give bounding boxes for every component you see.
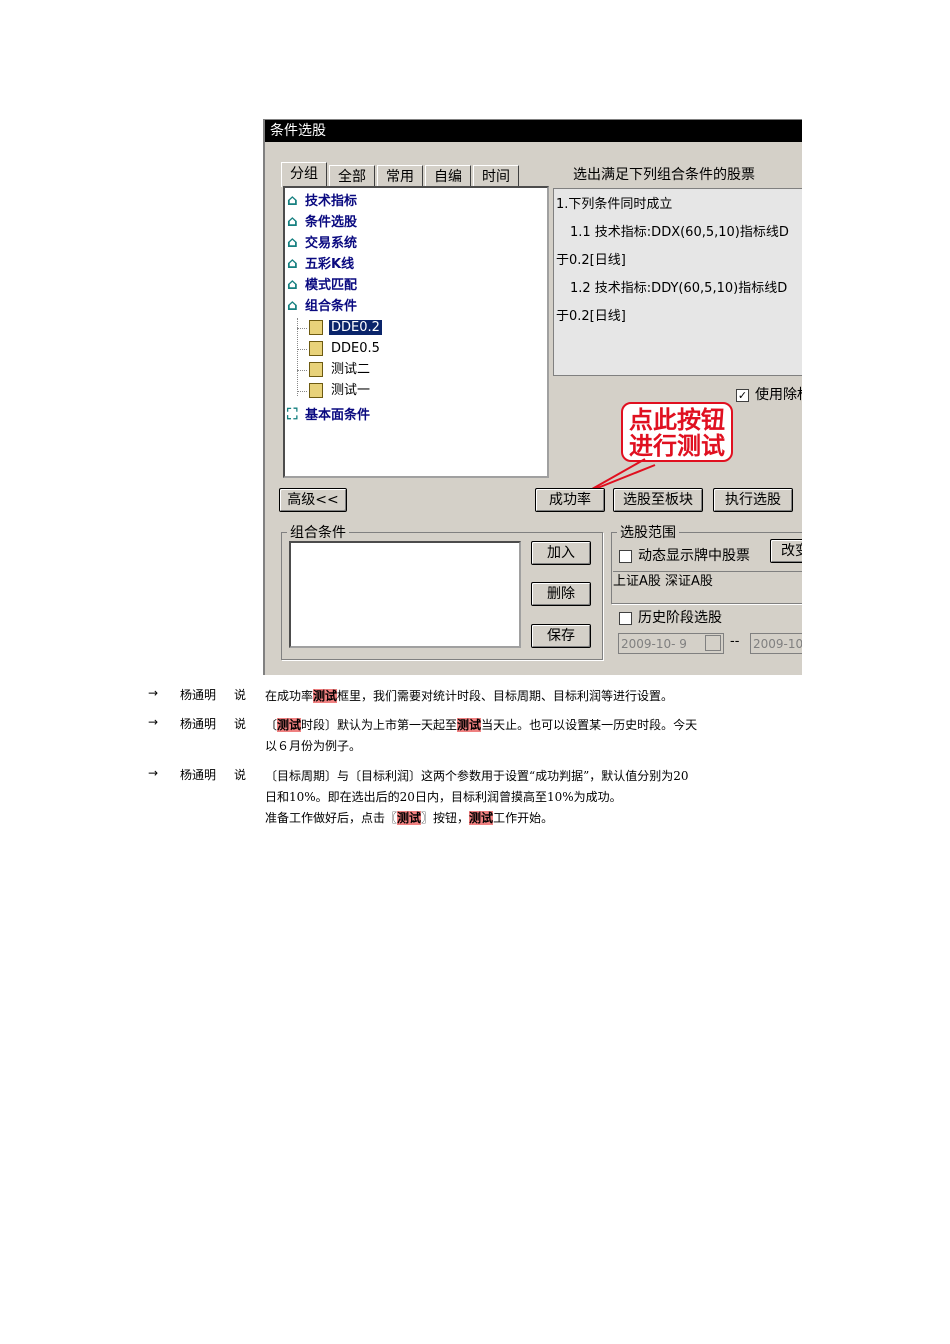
advanced-button[interactable]: 高级<< xyxy=(279,488,347,512)
combo-group-label: 组合条件 xyxy=(287,522,349,542)
home-icon: ⌂ xyxy=(287,212,298,230)
tree-connector xyxy=(297,328,307,329)
tree-connector xyxy=(297,391,307,392)
home-icon: ⌂ xyxy=(287,191,298,209)
note-arrow: → xyxy=(148,715,159,729)
dynamic-display-checkbox[interactable]: 动态显示牌中股票 xyxy=(619,545,750,565)
checkbox-checked-icon: ✓ xyxy=(736,388,749,402)
folder-icon xyxy=(309,320,323,335)
execute-selection-button[interactable]: 执行选股 xyxy=(713,488,793,512)
range-group-label: 选股范围 xyxy=(617,522,679,542)
tree-leaf-test1[interactable]: 测试一 xyxy=(309,381,372,401)
tab-all[interactable]: 全部 xyxy=(329,165,375,187)
condition-line: 1.2 技术指标:DDY(60,5,10)指标线D xyxy=(570,281,788,296)
test-callout: 点此按钮 进行测试 xyxy=(621,402,733,462)
folder-icon xyxy=(309,362,323,377)
condition-list: 1.下列条件同时成立 1.1 技术指标:DDX(60,5,10)指标线D 于0.… xyxy=(553,188,802,376)
tab-common[interactable]: 常用 xyxy=(377,165,423,187)
home-icon: ⌂ xyxy=(287,275,298,293)
folder-icon xyxy=(309,383,323,398)
condition-header: 选出满足下列组合条件的股票 xyxy=(573,167,755,183)
tree-leaf-dde02[interactable]: DDE0.2 xyxy=(309,318,382,338)
tab-custom[interactable]: 自编 xyxy=(425,165,471,187)
select-to-block-button[interactable]: 选股至板块 xyxy=(613,488,703,512)
note-text: 〔目标周期〕与〔目标利润〕这两个参数用于设置“成功判据”，默认值分别为20 日和… xyxy=(265,766,790,829)
home-icon: ⌂ xyxy=(287,233,298,251)
tree-node-condition[interactable]: ⌂ 条件选股 xyxy=(287,211,357,231)
tree-leaf-test2[interactable]: 测试二 xyxy=(309,360,372,380)
tree-node-trading-system[interactable]: ⌂ 交易系统 xyxy=(287,232,357,252)
tree-connector xyxy=(297,370,307,371)
tree-node-pattern[interactable]: ⌂ 模式匹配 xyxy=(287,274,357,294)
home-icon: ⌂ xyxy=(287,296,298,314)
home-icon: ⌂ xyxy=(287,254,298,272)
folder-icon xyxy=(309,341,323,356)
note-speaker: 杨通明说 xyxy=(180,717,247,731)
tree-node-combo[interactable]: ⌂ 组合条件 xyxy=(287,295,357,315)
tree-node-color-kline[interactable]: ⌂ 五彩K线 xyxy=(287,253,354,273)
binoculars-icon: ⛶ xyxy=(287,405,298,423)
checkbox-unchecked-icon xyxy=(619,611,632,625)
combo-condition-list[interactable] xyxy=(289,541,521,648)
category-tree[interactable]: ⌂ 技术指标 ⌂ 条件选股 ⌂ 交易系统 ⌂ 五彩K线 ⌂ 模式匹配 ⌂ 组合条件 DDE0… xyxy=(283,186,549,478)
tree-connector xyxy=(297,318,298,396)
condition-line: 于0.2[日线] xyxy=(556,309,626,324)
dialog-title: 条件选股 xyxy=(265,120,802,142)
delete-button[interactable]: 删除 xyxy=(531,582,591,606)
note-text: 〔测试时段〕默认为上市第一天起至测试当天止。也可以设置某一历史时段。今天 以６月… xyxy=(265,715,790,757)
modify-button[interactable]: 改变 xyxy=(770,539,802,563)
note-line: 〔测试时段〕默认为上市第一天起至测试当天止。也可以设置某一历史时段。今天 xyxy=(265,718,698,732)
checkbox-unchecked-icon xyxy=(619,549,632,563)
condition-stock-dialog: 条件选股 分组 全部 常用 自编 时间 ⌂ 技术指标 ⌂ 条件选股 ⌂ 交易系统 ⌂ 五… xyxy=(263,119,802,675)
tab-time[interactable]: 时间 xyxy=(473,165,519,187)
tree-node-technical[interactable]: ⌂ 技术指标 xyxy=(287,190,357,210)
date-to-picker[interactable]: 2009-10 xyxy=(750,633,802,654)
spinner-icon[interactable] xyxy=(705,635,721,651)
market-range-display: 上证A股 深证A股 xyxy=(613,571,802,596)
note-arrow: → xyxy=(148,766,159,780)
note-text: 在成功率测试框里，我们需要对统计时段、目标周期、目标利润等进行设置。 xyxy=(265,686,790,707)
note-line: 日和10%。即在选出后的20日内，目标利润曾摸高至10%为成功。 xyxy=(265,790,622,804)
tree-node-fundamentals[interactable]: ⛶ 基本面条件 xyxy=(287,404,370,424)
tab-group[interactable]: 分组 xyxy=(281,162,327,187)
condition-line: 1.1 技术指标:DDX(60,5,10)指标线D xyxy=(570,225,789,240)
tree-connector xyxy=(297,349,307,350)
tree-leaf-dde05[interactable]: DDE0.5 xyxy=(309,339,382,359)
add-button[interactable]: 加入 xyxy=(531,541,591,565)
note-line: 〔目标周期〕与〔目标利润〕这两个参数用于设置“成功判据”，默认值分别为20 xyxy=(265,769,689,783)
save-button[interactable]: 保存 xyxy=(531,624,591,648)
note-speaker: 杨通明说 xyxy=(180,768,247,782)
note-line: 在成功率测试框里，我们需要对统计时段、目标周期、目标利润等进行设置。 xyxy=(265,689,674,703)
use-exrights-checkbox[interactable]: ✓使用除权 xyxy=(736,384,802,404)
history-selection-checkbox[interactable]: 历史阶段选股 xyxy=(619,607,722,627)
note-line: 准备工作做好后，点击〖测试〗按钮，测试工作开始。 xyxy=(265,811,554,825)
condition-line: 1.下列条件同时成立 xyxy=(556,197,673,212)
note-speaker: 杨通明说 xyxy=(180,688,247,702)
condition-line: 于0.2[日线] xyxy=(556,253,626,268)
date-separator: -- xyxy=(730,634,740,649)
success-rate-button[interactable]: 成功率 xyxy=(535,488,605,512)
note-arrow: → xyxy=(148,686,159,700)
note-line: 以６月份为例子。 xyxy=(265,739,362,753)
